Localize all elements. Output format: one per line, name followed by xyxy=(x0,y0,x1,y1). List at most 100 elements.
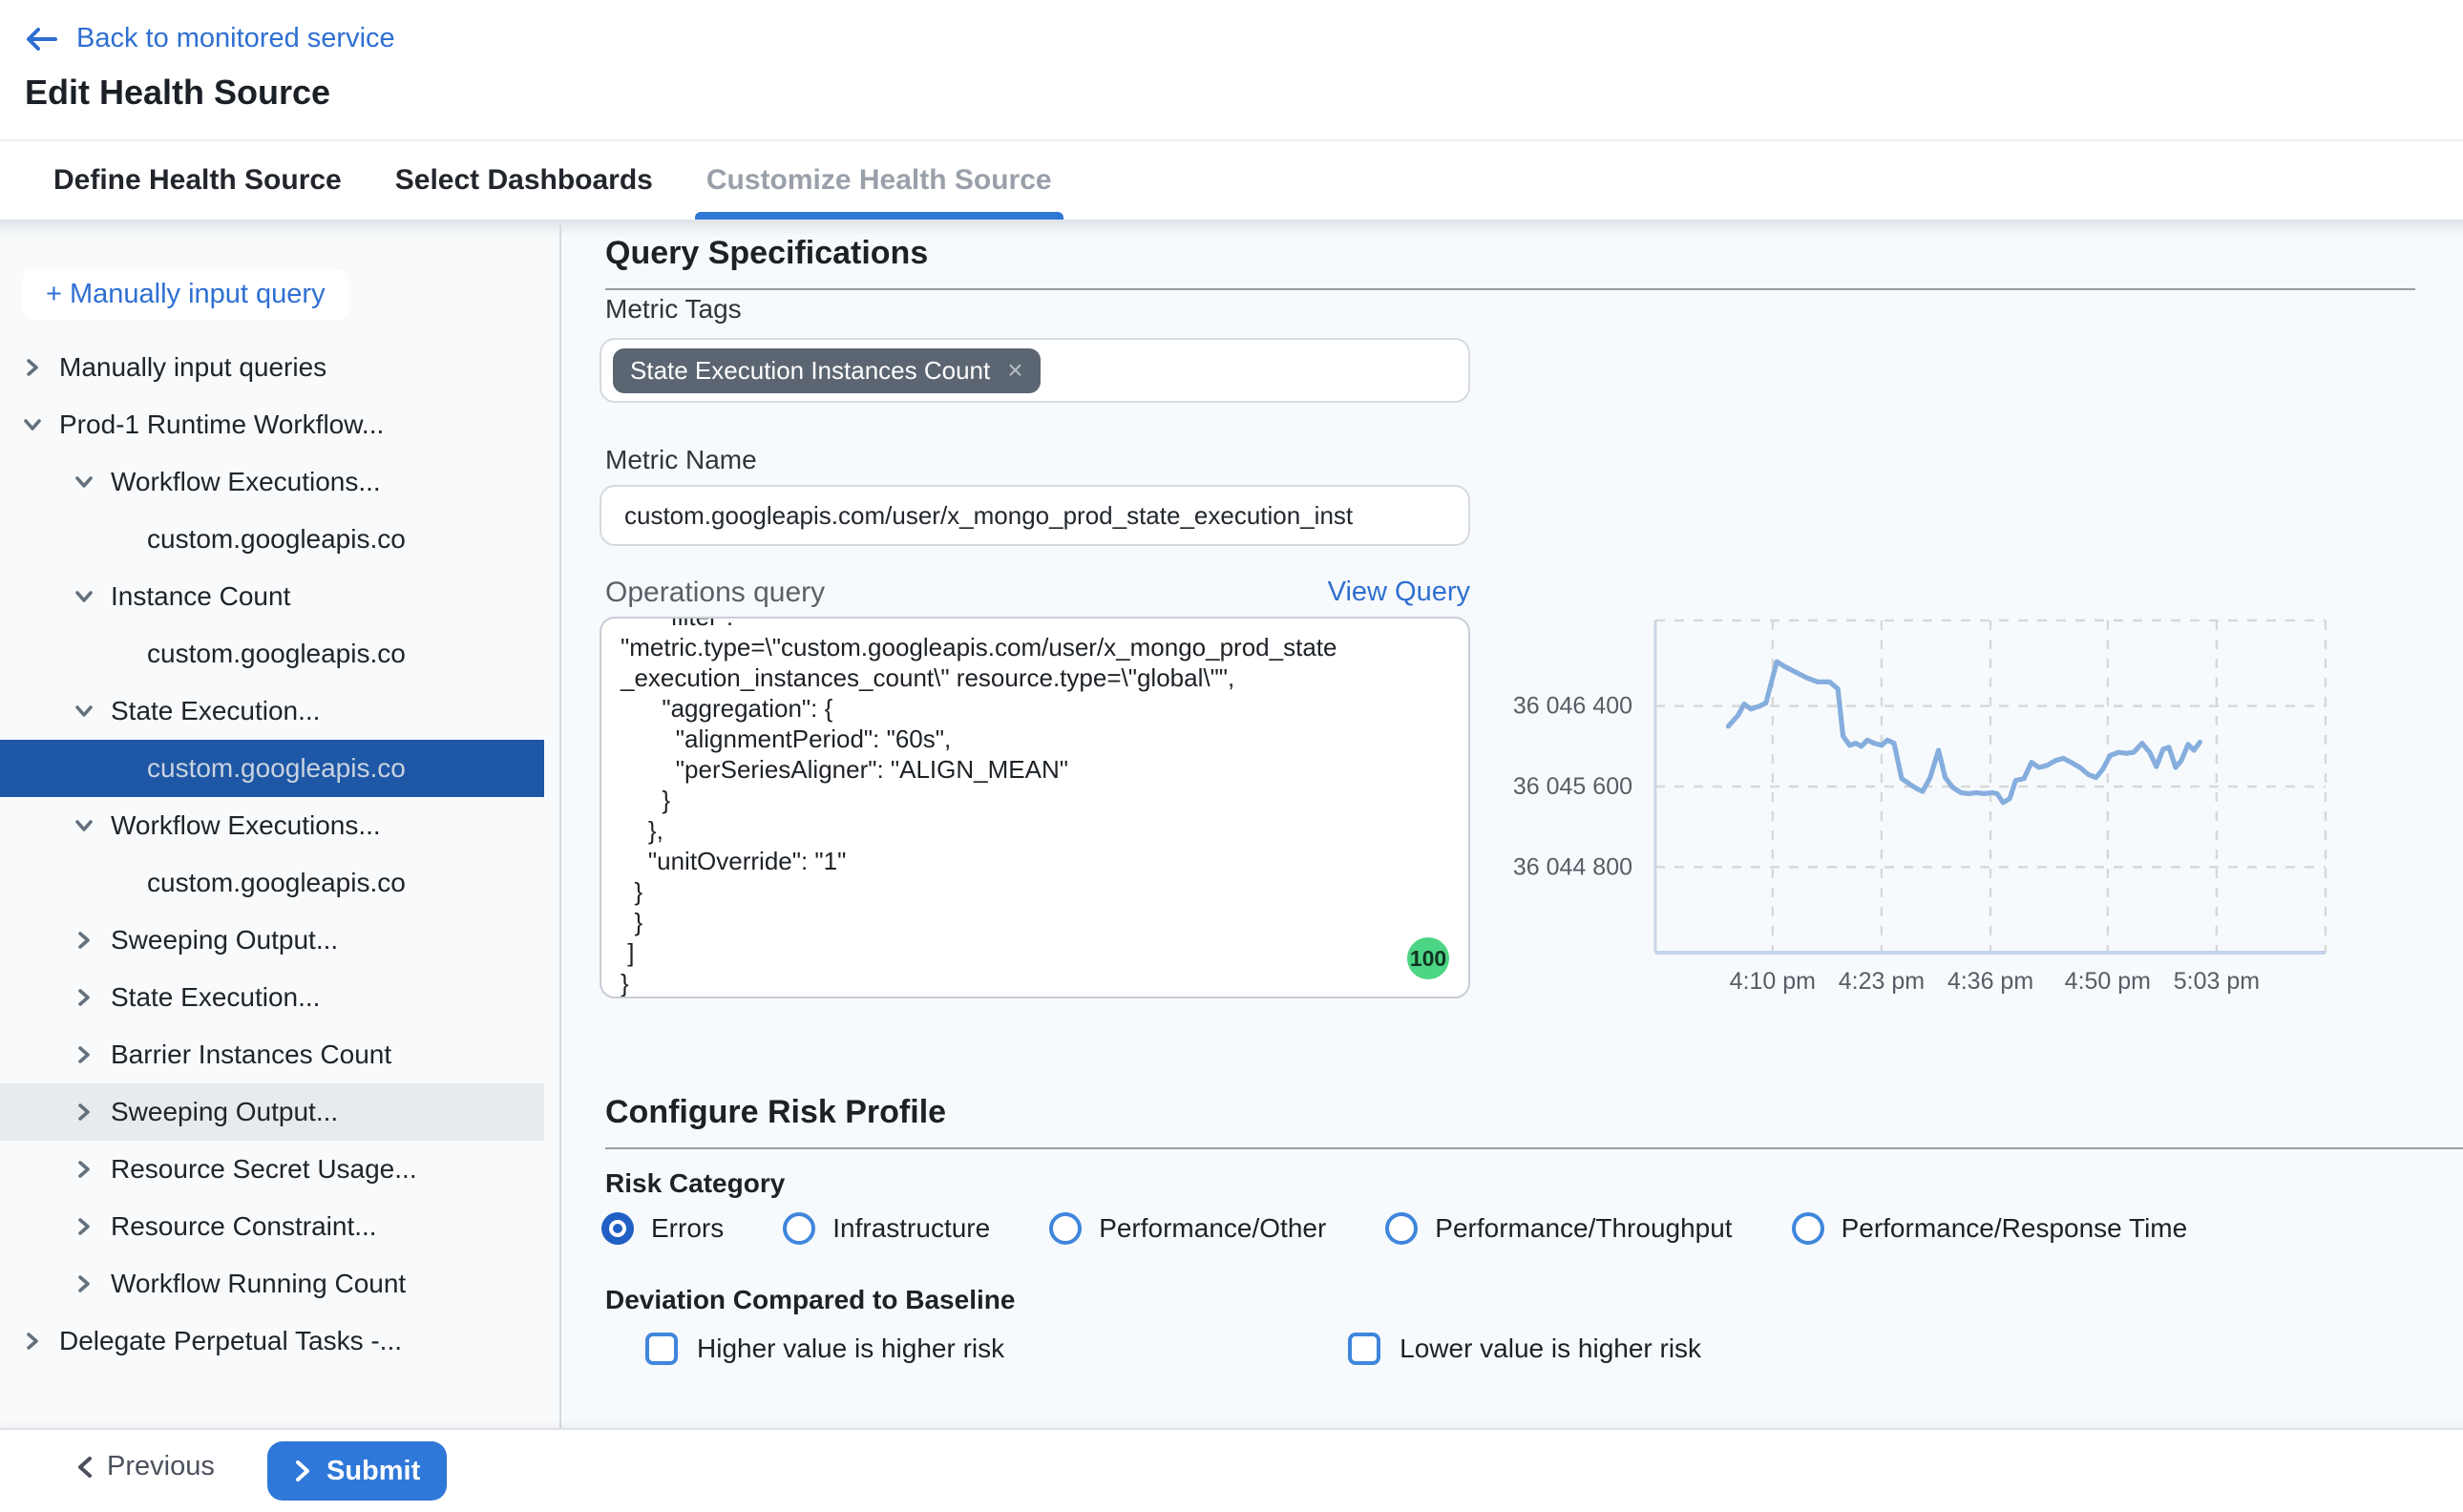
tree-item-label: Manually input queries xyxy=(59,352,326,383)
operations-query-textarea[interactable]: "filter": "metric.type=\"custom.googleap… xyxy=(600,617,1470,998)
submit-button[interactable]: Submit xyxy=(267,1441,447,1501)
query-specifications-heading: Query Specifications xyxy=(605,235,928,272)
tab-define-health-source[interactable]: Define Health Source xyxy=(46,141,349,220)
tree-item-label: Prod-1 Runtime Workflow... xyxy=(59,410,384,440)
chevron-down-icon[interactable] xyxy=(74,587,94,606)
chevron-right-icon[interactable] xyxy=(74,1274,94,1293)
tree-item-custom-googleapis-co[interactable]: custom.googleapis.co xyxy=(0,854,559,912)
tree-item-label: Resource Secret Usage... xyxy=(111,1154,417,1185)
add-manually-input-query-button[interactable]: + Manually input query xyxy=(23,269,348,320)
tree-item-label: Delegate Perpetual Tasks -... xyxy=(59,1326,402,1356)
chevron-right-icon[interactable] xyxy=(74,1160,94,1179)
metric-timeseries-chart: 36 046 400 36 045 600 36 044 800 4:10 pm 4:2… xyxy=(1499,601,2339,1006)
tree-item-resource-secret-usage[interactable]: Resource Secret Usage... xyxy=(0,1141,559,1198)
radio-performance-throughput[interactable]: Performance/Throughput xyxy=(1385,1212,1732,1245)
y-tick-label: 36 044 800 xyxy=(1513,853,1632,880)
tree-item-custom-googleapis-co[interactable]: custom.googleapis.co xyxy=(0,740,544,797)
radio-icon xyxy=(1049,1212,1082,1245)
chevron-right-icon[interactable] xyxy=(74,931,94,950)
previous-button[interactable]: Previous xyxy=(76,1451,215,1482)
tree-item-resource-constraint[interactable]: Resource Constraint... xyxy=(0,1198,559,1255)
chevron-right-icon[interactable] xyxy=(23,1332,42,1351)
metric-name-input[interactable] xyxy=(600,485,1470,546)
view-query-link[interactable]: View Query xyxy=(1289,577,1470,608)
tree-item-barrier-instances-count[interactable]: Barrier Instances Count xyxy=(0,1026,559,1083)
radio-label: Performance/Throughput xyxy=(1435,1213,1732,1244)
operations-query-label: Operations query xyxy=(605,577,825,609)
radio-performance-response-time[interactable]: Performance/Response Time xyxy=(1792,1212,2188,1245)
x-tick-label: 4:23 pm xyxy=(1839,968,1925,995)
chevron-right-icon[interactable] xyxy=(74,1102,94,1122)
tree-item-sweeping-output[interactable]: Sweeping Output... xyxy=(0,912,559,969)
tree-item-label: custom.googleapis.co xyxy=(147,524,406,555)
tree-item-label: Instance Count xyxy=(111,581,290,612)
tree-item-state-execution[interactable]: State Execution... xyxy=(0,969,559,1026)
chevron-down-icon[interactable] xyxy=(74,472,94,492)
query-tree: Manually input queries Prod-1 Runtime Wor… xyxy=(0,339,559,1370)
remove-tag-icon[interactable]: × xyxy=(1007,357,1022,384)
tree-item-label: custom.googleapis.co xyxy=(147,753,406,784)
tree-item-delegate-perpetual-tasks[interactable]: Delegate Perpetual Tasks -... xyxy=(0,1312,559,1370)
deviation-label: Deviation Compared to Baseline xyxy=(605,1285,1015,1315)
tab-label: Select Dashboards xyxy=(395,164,653,197)
tabs-container: Define Health Source Select Dashboards Cus… xyxy=(0,141,2463,220)
metric-tags-label: Metric Tags xyxy=(605,294,742,325)
radio-label: Infrastructure xyxy=(832,1213,990,1244)
metric-name-label: Metric Name xyxy=(605,445,757,475)
chevron-right-icon[interactable] xyxy=(74,1217,94,1236)
y-tick-label: 36 046 400 xyxy=(1513,693,1632,720)
tree-item-state-execution[interactable]: State Execution... xyxy=(0,682,559,740)
tree-item-sweeping-output[interactable]: Sweeping Output... xyxy=(0,1083,544,1141)
tree-item-custom-googleapis-co[interactable]: custom.googleapis.co xyxy=(0,625,559,682)
metric-line-series xyxy=(1728,662,2200,803)
section-divider-2 xyxy=(605,1147,2463,1149)
tree-item-workflow-executions[interactable]: Workflow Executions... xyxy=(0,797,559,854)
tree-item-label: Sweeping Output... xyxy=(111,925,338,956)
tab-customize-health-source[interactable]: Customize Health Source xyxy=(699,141,1060,220)
tree-item-instance-count[interactable]: Instance Count xyxy=(0,568,559,625)
section-divider xyxy=(605,288,2415,290)
checkbox-icon xyxy=(645,1333,678,1365)
back-to-monitored-service-link[interactable]: Back to monitored service xyxy=(25,23,395,54)
tree-item-workflow-executions[interactable]: Workflow Executions... xyxy=(0,453,559,511)
x-tick-label: 4:50 pm xyxy=(2065,968,2151,995)
tab-select-dashboards[interactable]: Select Dashboards xyxy=(388,141,661,220)
checkbox-lower-value-is-higher-risk[interactable]: Lower value is higher risk xyxy=(1348,1333,1701,1365)
tree-item-label: State Execution... xyxy=(111,696,320,726)
x-tick-label: 4:10 pm xyxy=(1730,968,1816,995)
submit-button-label: Submit xyxy=(326,1456,420,1487)
tree-item-label: Workflow Executions... xyxy=(111,810,381,841)
chevron-down-icon[interactable] xyxy=(74,702,94,721)
radio-infrastructure[interactable]: Infrastructure xyxy=(783,1212,990,1245)
tree-item-label: Workflow Running Count xyxy=(111,1269,406,1299)
chevron-right-icon[interactable] xyxy=(74,1045,94,1064)
wizard-footer: Previous Submit xyxy=(0,1428,2463,1512)
tree-item-label: Sweeping Output... xyxy=(111,1097,338,1127)
radio-icon xyxy=(783,1212,815,1245)
radio-label: Performance/Other xyxy=(1099,1213,1326,1244)
radio-label: Errors xyxy=(651,1213,724,1244)
risk-category-radio-group: Errors Infrastructure Performance/Other Per… xyxy=(601,1212,2246,1245)
configure-risk-profile-heading: Configure Risk Profile xyxy=(605,1094,946,1131)
radio-errors[interactable]: Errors xyxy=(601,1212,724,1245)
chevron-right-icon[interactable] xyxy=(23,358,42,377)
y-tick-label: 36 045 600 xyxy=(1513,773,1632,800)
page-header: Back to monitored service Edit Health So… xyxy=(0,0,2463,139)
x-tick-label: 4:36 pm xyxy=(1947,968,2033,995)
chevron-down-icon[interactable] xyxy=(74,816,94,835)
chevron-right-icon[interactable] xyxy=(74,988,94,1007)
tree-item-custom-googleapis-co[interactable]: custom.googleapis.co xyxy=(0,511,559,568)
radio-label: Performance/Response Time xyxy=(1842,1213,2188,1244)
tree-item-workflow-running-count[interactable]: Workflow Running Count xyxy=(0,1255,559,1312)
tree-item-manually-input-queries[interactable]: Manually input queries xyxy=(0,339,559,396)
checkbox-higher-value-is-higher-risk[interactable]: Higher value is higher risk xyxy=(645,1333,1004,1365)
metric-tags-input[interactable]: State Execution Instances Count × xyxy=(600,338,1470,403)
chevron-left-icon xyxy=(76,1456,94,1479)
checkbox-label: Higher value is higher risk xyxy=(697,1334,1004,1364)
wizard-tab-bar: Define Health Source Select Dashboards Cus… xyxy=(0,139,2463,220)
tree-item-prod-1-runtime-workflow[interactable]: Prod-1 Runtime Workflow... xyxy=(0,396,559,453)
tree-item-label: Resource Constraint... xyxy=(111,1211,377,1242)
tree-item-label: custom.googleapis.co xyxy=(147,868,406,898)
radio-performance-other[interactable]: Performance/Other xyxy=(1049,1212,1326,1245)
chevron-down-icon[interactable] xyxy=(23,415,42,434)
